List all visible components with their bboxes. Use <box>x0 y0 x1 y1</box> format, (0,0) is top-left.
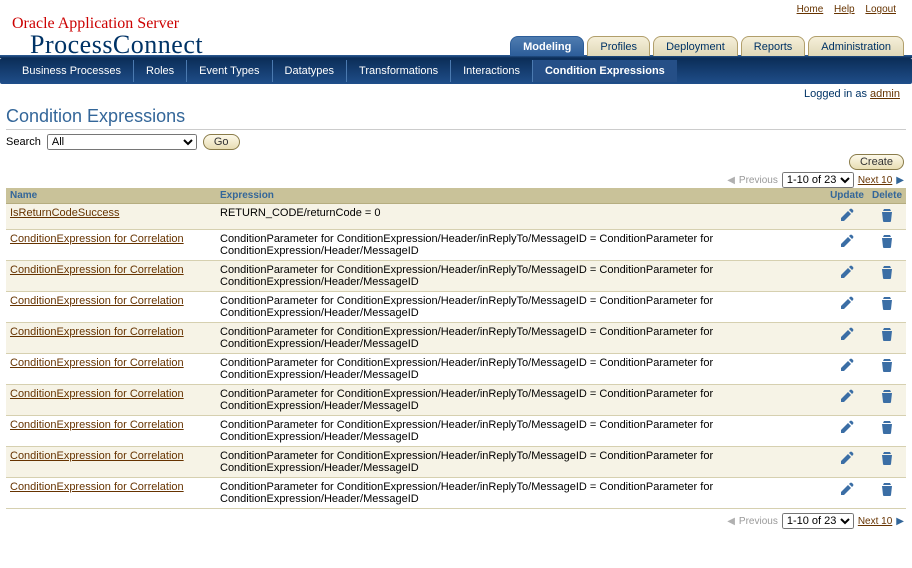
trash-icon[interactable] <box>879 357 895 376</box>
table-row: ConditionExpression for Correlation Condi… <box>6 354 906 385</box>
pencil-icon[interactable] <box>839 264 855 283</box>
trash-icon[interactable] <box>879 207 895 226</box>
trash-icon[interactable] <box>879 450 895 469</box>
pager-range-select[interactable]: 1-10 of 23 <box>782 513 854 529</box>
row-expression: ConditionParameter for ConditionExpressi… <box>216 416 826 447</box>
sub-tab-bar: Business Processes Roles Event Types Dat… <box>0 58 912 84</box>
table-row: ConditionExpression for Correlation Condi… <box>6 447 906 478</box>
subtab-roles[interactable]: Roles <box>133 60 186 82</box>
subtab-datatypes[interactable]: Datatypes <box>272 60 347 82</box>
table-row: ConditionExpression for Correlation Condi… <box>6 230 906 261</box>
next-arrow-icon[interactable]: ▶ <box>896 516 904 527</box>
trash-icon[interactable] <box>879 481 895 500</box>
tab-reports[interactable]: Reports <box>741 36 806 56</box>
home-link[interactable]: Home <box>797 4 824 15</box>
table-row: ConditionExpression for Correlation Condi… <box>6 323 906 354</box>
subtab-condition-expressions[interactable]: Condition Expressions <box>532 60 677 82</box>
col-expression[interactable]: Expression <box>216 188 826 204</box>
search-select[interactable]: All <box>47 134 197 150</box>
pager-next-link[interactable]: Next 10 <box>858 516 892 527</box>
page-title: Condition Expressions <box>6 106 906 127</box>
tab-deployment[interactable]: Deployment <box>653 36 738 56</box>
row-name-link[interactable]: ConditionExpression for Correlation <box>10 357 184 369</box>
row-expression: ConditionParameter for ConditionExpressi… <box>216 261 826 292</box>
row-expression: ConditionParameter for ConditionExpressi… <box>216 323 826 354</box>
trash-icon[interactable] <box>879 419 895 438</box>
login-status: Logged in as admin <box>0 84 912 106</box>
prev-arrow-icon: ◀ <box>727 516 735 527</box>
col-update[interactable]: Update <box>826 188 868 204</box>
subtab-event-types[interactable]: Event Types <box>186 60 271 82</box>
search-label: Search <box>6 136 41 148</box>
create-button[interactable]: Create <box>849 154 904 170</box>
login-prefix: Logged in as <box>804 88 870 100</box>
table-row: IsReturnCodeSuccess RETURN_CODE/returnCod… <box>6 204 906 230</box>
trash-icon[interactable] <box>879 264 895 283</box>
pencil-icon[interactable] <box>839 388 855 407</box>
pager-previous-label: Previous <box>739 516 778 527</box>
row-expression: ConditionParameter for ConditionExpressi… <box>216 354 826 385</box>
table-row: ConditionExpression for Correlation Condi… <box>6 292 906 323</box>
row-name-link[interactable]: ConditionExpression for Correlation <box>10 388 184 400</box>
trash-icon[interactable] <box>879 295 895 314</box>
pencil-icon[interactable] <box>839 295 855 314</box>
main-tabs: Modeling Profiles Deployment Reports Adm… <box>507 36 904 56</box>
logout-link[interactable]: Logout <box>865 4 896 15</box>
login-user[interactable]: admin <box>870 88 900 100</box>
condition-expressions-table: Name Expression Update Delete IsReturnCo… <box>6 188 906 509</box>
next-arrow-icon[interactable]: ▶ <box>896 175 904 186</box>
pager-range-select[interactable]: 1-10 of 23 <box>782 172 854 188</box>
pencil-icon[interactable] <box>839 481 855 500</box>
subtab-business-processes[interactable]: Business Processes <box>10 60 133 82</box>
trash-icon[interactable] <box>879 326 895 345</box>
pager-next-link[interactable]: Next 10 <box>858 175 892 186</box>
pager-top: ◀ Previous 1-10 of 23 Next 10 ▶ <box>6 172 906 188</box>
table-row: ConditionExpression for Correlation Condi… <box>6 416 906 447</box>
row-name-link[interactable]: ConditionExpression for Correlation <box>10 481 184 493</box>
prev-arrow-icon: ◀ <box>727 175 735 186</box>
pager-bottom: ◀ Previous 1-10 of 23 Next 10 ▶ <box>6 513 906 529</box>
pencil-icon[interactable] <box>839 450 855 469</box>
help-link[interactable]: Help <box>834 4 855 15</box>
top-links: Home Help Logout <box>0 0 912 15</box>
subtab-transformations[interactable]: Transformations <box>346 60 450 82</box>
row-expression: ConditionParameter for ConditionExpressi… <box>216 478 826 509</box>
row-name-link[interactable]: ConditionExpression for Correlation <box>10 450 184 462</box>
row-name-link[interactable]: IsReturnCodeSuccess <box>10 207 119 219</box>
row-expression: ConditionParameter for ConditionExpressi… <box>216 385 826 416</box>
pencil-icon[interactable] <box>839 419 855 438</box>
branding: Oracle Application Server ProcessConnect <box>8 15 203 56</box>
tab-modeling[interactable]: Modeling <box>510 36 584 56</box>
row-expression: ConditionParameter for ConditionExpressi… <box>216 447 826 478</box>
col-name[interactable]: Name <box>6 188 216 204</box>
table-row: ConditionExpression for Correlation Condi… <box>6 478 906 509</box>
row-name-link[interactable]: ConditionExpression for Correlation <box>10 419 184 431</box>
row-expression: ConditionParameter for ConditionExpressi… <box>216 292 826 323</box>
row-name-link[interactable]: ConditionExpression for Correlation <box>10 233 184 245</box>
row-name-link[interactable]: ConditionExpression for Correlation <box>10 264 184 276</box>
trash-icon[interactable] <box>879 388 895 407</box>
table-row: ConditionExpression for Correlation Condi… <box>6 385 906 416</box>
row-name-link[interactable]: ConditionExpression for Correlation <box>10 326 184 338</box>
pencil-icon[interactable] <box>839 357 855 376</box>
tab-administration[interactable]: Administration <box>808 36 904 56</box>
table-row: ConditionExpression for Correlation Condi… <box>6 261 906 292</box>
pencil-icon[interactable] <box>839 233 855 252</box>
subtab-interactions[interactable]: Interactions <box>450 60 532 82</box>
go-button[interactable]: Go <box>203 134 240 150</box>
tab-profiles[interactable]: Profiles <box>587 36 650 56</box>
pencil-icon[interactable] <box>839 207 855 226</box>
pencil-icon[interactable] <box>839 326 855 345</box>
title-divider <box>6 129 906 130</box>
row-name-link[interactable]: ConditionExpression for Correlation <box>10 295 184 307</box>
row-expression: ConditionParameter for ConditionExpressi… <box>216 230 826 261</box>
search-row: Search All Go <box>6 134 906 150</box>
col-delete[interactable]: Delete <box>868 188 906 204</box>
row-expression: RETURN_CODE/returnCode = 0 <box>216 204 826 230</box>
trash-icon[interactable] <box>879 233 895 252</box>
brand-sub: ProcessConnect <box>12 33 203 56</box>
pager-previous-label: Previous <box>739 175 778 186</box>
